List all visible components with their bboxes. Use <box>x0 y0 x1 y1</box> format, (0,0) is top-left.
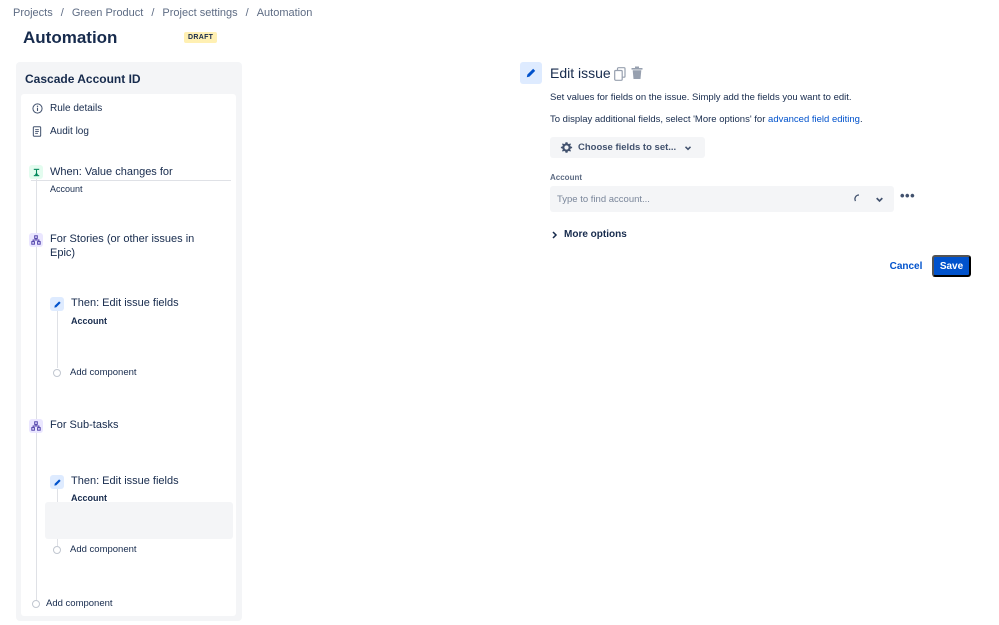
rule-details-link[interactable]: Rule details <box>31 102 102 114</box>
trigger-title[interactable]: When: Value changes for <box>50 165 230 179</box>
cancel-button[interactable]: Cancel <box>885 256 927 277</box>
add-component-label: Add component <box>70 367 137 378</box>
advanced-field-editing-link[interactable]: advanced field editing <box>768 114 860 125</box>
breadcrumb-separator: / <box>151 7 155 19</box>
more-fields-suffix: . <box>859 114 863 125</box>
branch-stories-title[interactable]: For Stories (or other issues in Epic) <box>50 232 220 260</box>
more-options-toggle[interactable]: More options <box>551 229 627 240</box>
gear-icon <box>560 141 573 154</box>
chevron-down-icon <box>684 144 692 152</box>
account-field[interactable]: Type to find account... <box>550 186 894 212</box>
breadcrumb-project-settings[interactable]: Project settings <box>162 7 237 19</box>
divider <box>31 180 231 181</box>
info-icon <box>31 102 43 114</box>
audit-log-label: Audit log <box>50 125 89 137</box>
add-component-button[interactable]: Add component <box>53 367 137 378</box>
editor-more-fields-text: To display additional fields, select 'Mo… <box>550 114 863 125</box>
breadcrumb-green-product[interactable]: Green Product <box>72 7 144 19</box>
copy-icon[interactable] <box>614 67 626 81</box>
breadcrumb-projects[interactable]: Projects <box>13 7 53 19</box>
action-edit-fields-title[interactable]: Then: Edit issue fields <box>71 296 179 310</box>
value-change-icon <box>29 165 43 179</box>
document-icon <box>31 125 43 137</box>
rule-panel: Cascade Account ID Rule details Audit lo… <box>16 62 242 621</box>
breadcrumb-separator: / <box>60 7 64 19</box>
choose-fields-label: Choose fields to set... <box>578 142 677 153</box>
rule-name: Cascade Account ID <box>25 72 141 86</box>
breadcrumb-separator: / <box>245 7 249 19</box>
branch-icon <box>29 419 43 433</box>
account-field-placeholder: Type to find account... <box>557 193 650 205</box>
editor-title: Edit issue <box>550 65 611 81</box>
choose-fields-button[interactable]: Choose fields to set... <box>550 137 705 158</box>
more-actions-icon[interactable]: ••• <box>900 189 915 202</box>
action-edit-fields-subtitle: Account <box>71 493 107 503</box>
add-circle-icon <box>53 368 61 377</box>
trigger-subtitle: Account <box>50 184 83 194</box>
add-component-label: Add component <box>46 598 113 609</box>
editor-description: Set values for fields on the issue. Simp… <box>550 92 852 103</box>
loading-spinner-icon <box>854 194 864 204</box>
selected-action-highlight[interactable] <box>45 502 233 539</box>
more-options-label: More options <box>564 229 627 240</box>
flow-connector-branch1 <box>57 310 58 368</box>
branch-subtasks-title[interactable]: For Sub-tasks <box>50 418 118 432</box>
add-component-label: Add component <box>70 544 137 555</box>
rule-details-label: Rule details <box>50 102 103 114</box>
chevron-right-icon <box>551 230 558 239</box>
breadcrumb: Projects / Green Product / Project setti… <box>13 7 312 19</box>
action-edit-fields-title[interactable]: Then: Edit issue fields <box>71 474 179 488</box>
status-badge: DRAFT <box>184 32 218 43</box>
breadcrumb-automation[interactable]: Automation <box>257 7 313 19</box>
page-title: Automation <box>23 28 118 47</box>
rule-components-card: Rule details Audit log When: Value chang… <box>21 94 236 616</box>
more-fields-text: To display additional fields, select 'Mo… <box>550 114 766 125</box>
pencil-icon <box>520 62 542 84</box>
add-component-button[interactable]: Add component <box>53 544 137 555</box>
account-field-label: Account <box>550 173 582 182</box>
branch-icon <box>29 233 43 247</box>
chevron-down-icon[interactable] <box>875 195 884 204</box>
trash-icon[interactable] <box>631 66 643 80</box>
pencil-icon <box>50 297 64 311</box>
save-button[interactable]: Save <box>932 255 971 277</box>
add-circle-icon <box>53 545 61 554</box>
add-component-button[interactable]: Add component <box>32 598 113 609</box>
add-circle-icon <box>32 599 40 608</box>
pencil-icon <box>50 475 64 489</box>
audit-log-link[interactable]: Audit log <box>31 125 89 137</box>
action-edit-fields-subtitle: Account <box>71 316 107 326</box>
